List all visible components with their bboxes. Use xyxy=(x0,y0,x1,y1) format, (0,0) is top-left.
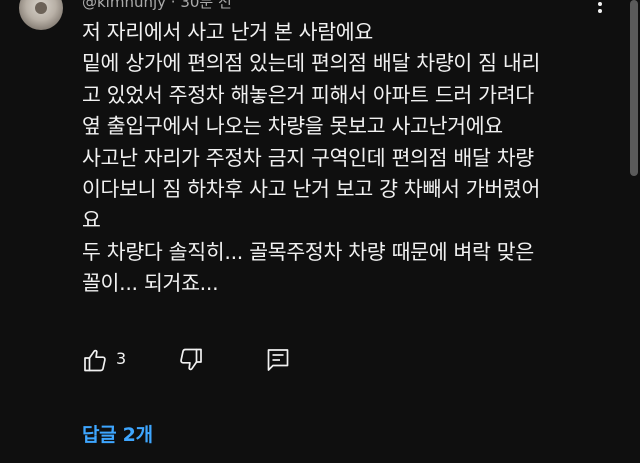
comment-line: 이다보니 짐 하차후 사고 난거 보고 걍 차빼서 가버렸어 xyxy=(82,176,541,201)
like-count: 3 xyxy=(116,349,127,368)
comment-line: 사고난 자리가 주정차 금지 구역인데 편의점 배달 차량 xyxy=(82,145,534,170)
comment-icon[interactable] xyxy=(265,347,291,373)
scrollbar-thumb[interactable] xyxy=(630,0,638,176)
comment-line: 요 xyxy=(82,208,101,233)
comment-line: 두 차량다 솔직히... 골목주정차 차량 때문에 벼락 맞은 xyxy=(82,239,534,264)
avatar-image xyxy=(35,2,47,14)
comment-meta: @kimhunjy · 30분 전 xyxy=(82,0,232,11)
comment-line: 밑에 상가에 편의점 있는데 편의점 배달 차량이 짐 내리 xyxy=(82,51,541,76)
replies-button[interactable]: 답글 2개 xyxy=(82,420,153,447)
thumbs-up-icon[interactable] xyxy=(82,347,108,373)
avatar[interactable] xyxy=(19,0,63,30)
comment-line: 고 있었서 주정차 해놓은거 피해서 아파트 드러 가려다 xyxy=(82,82,534,107)
comment-line: 옆 출입구에서 나오는 차량을 못보고 사고난거에요 xyxy=(82,114,503,139)
more-vert-icon[interactable] xyxy=(592,0,608,14)
comment-line: 꼴이... 되거죠... xyxy=(82,271,219,296)
comment-line: 저 자리에서 사고 난거 본 사람에요 xyxy=(82,20,373,44)
thumbs-down-icon[interactable] xyxy=(178,347,204,373)
comment-text: 저 자리에서 사고 난거 본 사람에요 밑에 상가에 편의점 있는데 편의점 배… xyxy=(82,17,612,300)
